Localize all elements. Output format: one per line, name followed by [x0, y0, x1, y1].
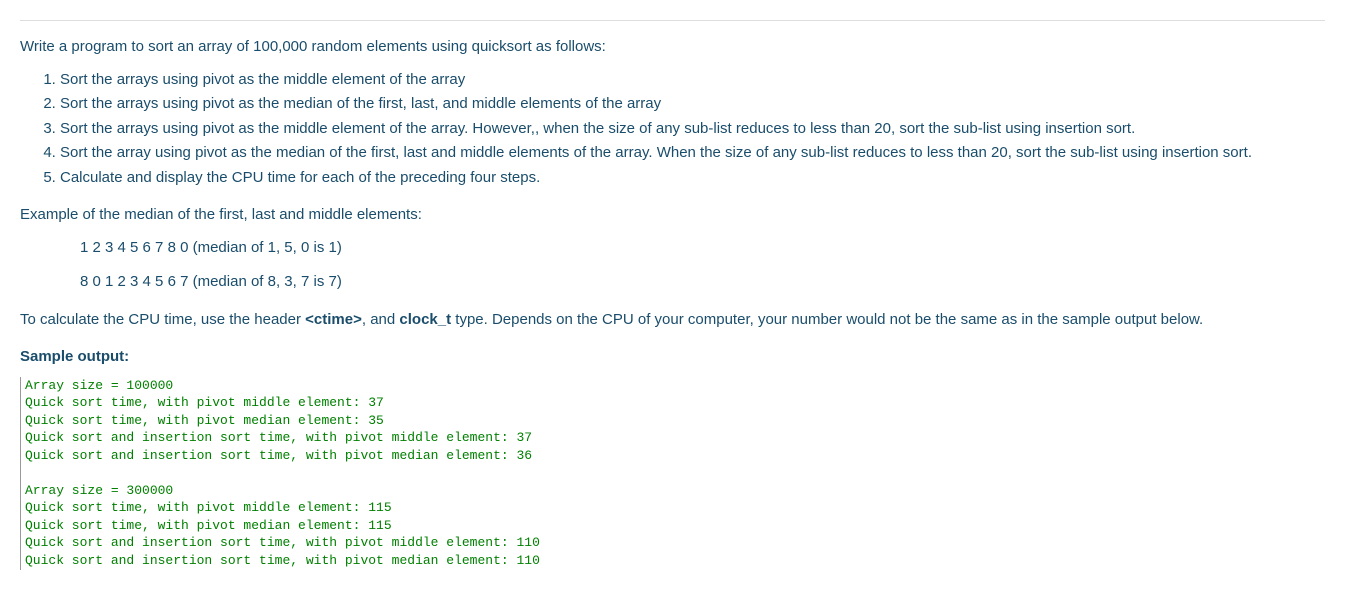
- sample-output-block: Array size = 100000 Quick sort time, wit…: [20, 377, 1325, 570]
- calc-mid: , and: [362, 311, 400, 328]
- example-line: 1 2 3 4 5 6 7 8 0 (median of 1, 5, 0 is …: [80, 237, 1325, 260]
- calc-header-bold: <ctime>: [305, 311, 362, 328]
- top-divider: [20, 20, 1325, 21]
- list-item: Sort the arrays using pivot as the middl…: [60, 118, 1325, 141]
- list-item: Calculate and display the CPU time for e…: [60, 167, 1325, 190]
- list-item: Sort the array using pivot as the median…: [60, 142, 1325, 165]
- example-line: 8 0 1 2 3 4 5 6 7 (median of 8, 3, 7 is …: [80, 271, 1325, 294]
- steps-list: Sort the arrays using pivot as the middl…: [20, 69, 1325, 190]
- example-intro: Example of the median of the first, last…: [20, 204, 1325, 227]
- calc-suffix: type. Depends on the CPU of your compute…: [451, 311, 1203, 328]
- sample-output-label: Sample output:: [20, 346, 1325, 369]
- calc-type-bold: clock_t: [399, 311, 451, 328]
- calc-paragraph: To calculate the CPU time, use the heade…: [20, 309, 1325, 332]
- list-item: Sort the arrays using pivot as the media…: [60, 93, 1325, 116]
- intro-text: Write a program to sort an array of 100,…: [20, 36, 1325, 59]
- list-item: Sort the arrays using pivot as the middl…: [60, 69, 1325, 92]
- calc-prefix: To calculate the CPU time, use the heade…: [20, 311, 305, 328]
